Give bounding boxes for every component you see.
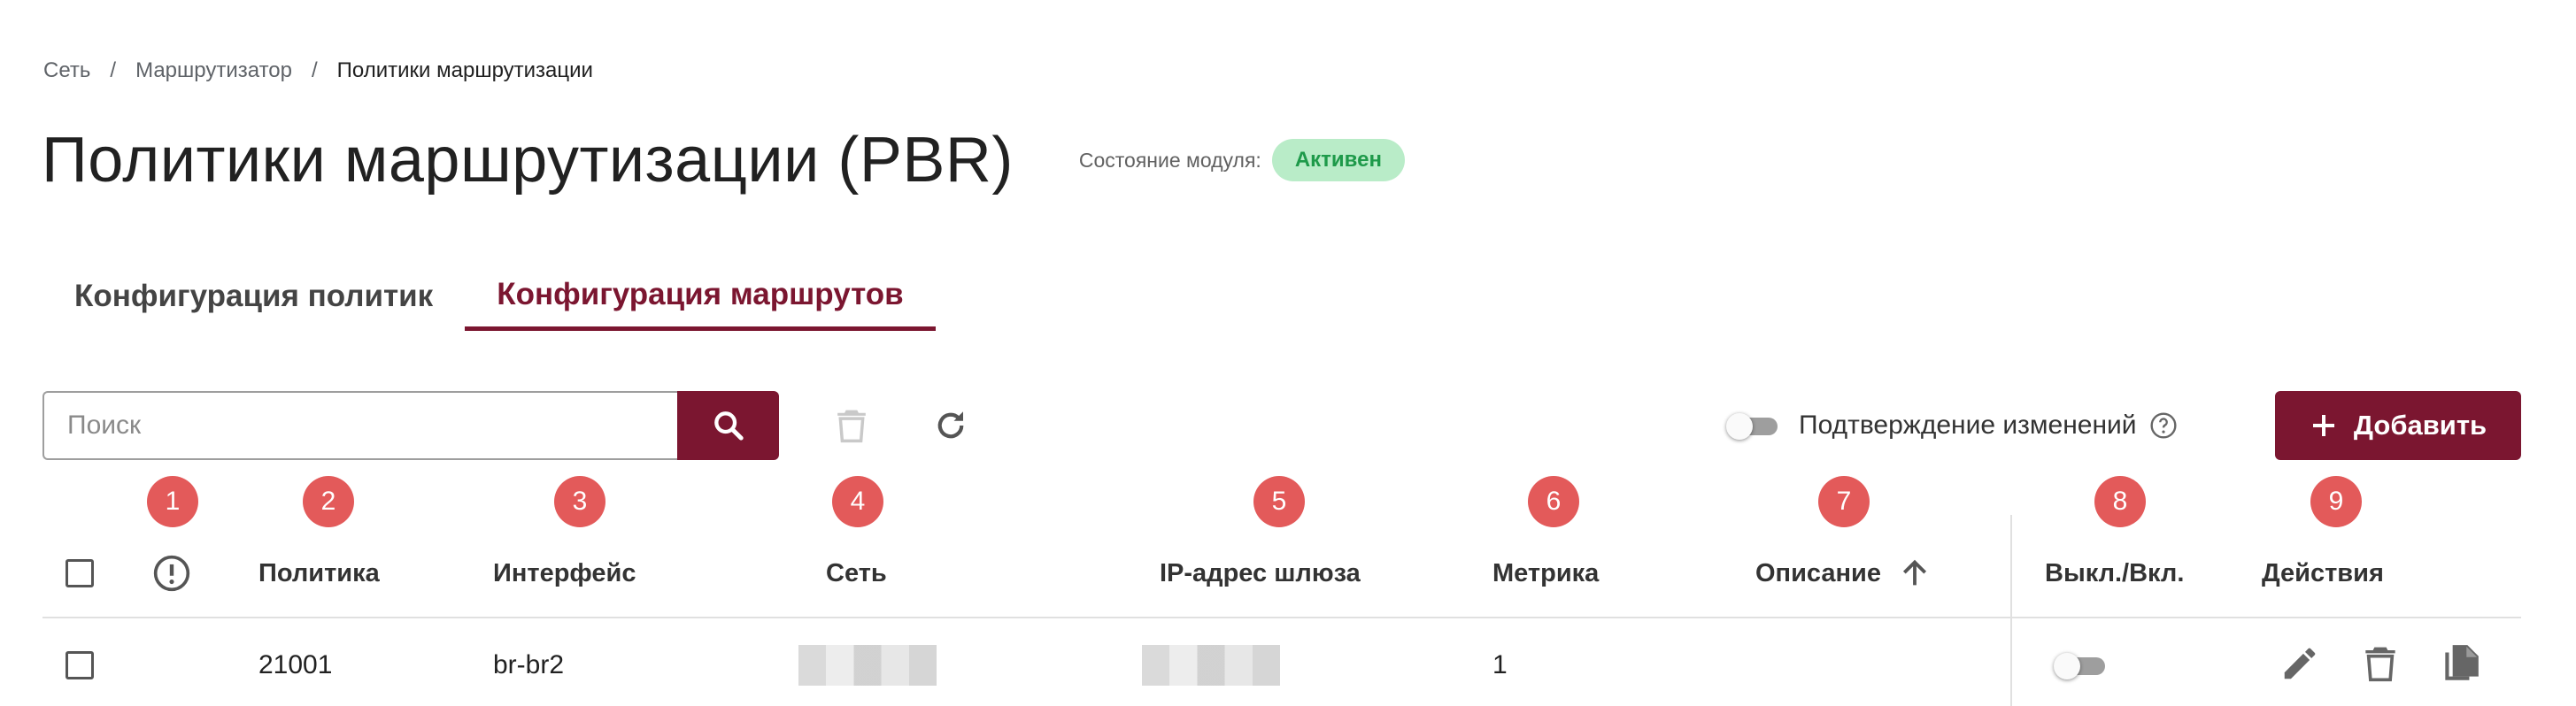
delete-selected-button[interactable] <box>829 403 875 449</box>
search-box <box>42 391 779 460</box>
breadcrumb-network[interactable]: Сеть <box>43 58 90 83</box>
breadcrumb-router[interactable]: Маршрутизатор <box>135 58 292 83</box>
refresh-icon <box>937 411 964 439</box>
tabs: Конфигурация политик Конфигурация маршру… <box>42 262 936 331</box>
table-row: 21001 br-br2 1 <box>0 639 2576 692</box>
copy-icon <box>2445 644 2479 680</box>
refresh-button[interactable] <box>928 403 974 449</box>
edit-button[interactable] <box>2278 642 2322 687</box>
column-header-policy[interactable]: Политика <box>258 547 380 600</box>
marker-7: 7 <box>1818 476 1870 527</box>
add-button-label: Добавить <box>2353 410 2487 441</box>
confirm-changes-toggle[interactable] <box>1726 410 1778 441</box>
cell-interface: br-br2 <box>493 650 565 679</box>
plus-icon <box>2312 415 2334 436</box>
status-badge: Активен <box>1271 139 1405 181</box>
confirm-changes: Подтверждение изменений <box>1726 391 2178 460</box>
confirm-changes-label: Подтверждение изменений <box>1799 411 2137 440</box>
toolbar: Подтверждение изменений Добавить <box>42 391 2521 462</box>
add-button[interactable]: Добавить <box>2275 391 2521 460</box>
column-header-actions: Действия <box>2262 558 2384 587</box>
tab-route-config[interactable]: Конфигурация маршрутов <box>465 262 936 331</box>
edit-icon <box>2284 648 2316 679</box>
copy-button[interactable] <box>2436 641 2484 688</box>
cell-gateway-redacted <box>1142 645 1280 686</box>
marker-4: 4 <box>832 476 883 527</box>
marker-2: 2 <box>303 476 354 527</box>
breadcrumb: Сеть / Маршрутизатор / Политики маршрути… <box>43 57 593 85</box>
row-checkbox[interactable] <box>66 651 94 679</box>
alert-icon <box>153 555 190 592</box>
status-column-header <box>152 547 191 600</box>
column-header-description[interactable]: Описание <box>1755 547 1932 600</box>
search-icon <box>713 411 744 441</box>
column-header-interface[interactable]: Интерфейс <box>493 547 636 600</box>
module-state: Состояние модуля: Активен <box>1079 139 1405 181</box>
delete-icon <box>837 410 866 443</box>
header-divider <box>42 617 2521 618</box>
delete-icon <box>2365 647 2395 681</box>
breadcrumb-current: Политики маршрутизации <box>336 58 593 82</box>
column-header-description-label: Описание <box>1755 558 1881 587</box>
marker-5: 5 <box>1253 476 1305 527</box>
marker-8: 8 <box>2094 476 2146 527</box>
marker-6: 6 <box>1528 476 1579 527</box>
column-header-toggle: Выкл./Вкл. <box>2045 558 2185 587</box>
tab-policy-config[interactable]: Конфигурация политик <box>42 262 465 331</box>
cell-network-redacted <box>798 645 937 686</box>
marker-1: 1 <box>147 476 198 527</box>
cell-policy: 21001 <box>258 650 333 679</box>
column-header-gateway[interactable]: IP-адрес шлюза <box>1160 547 1361 600</box>
select-all-checkbox[interactable] <box>66 559 94 587</box>
cell-metric: 1 <box>1492 650 1508 679</box>
row-enable-toggle[interactable] <box>2054 649 2105 681</box>
breadcrumb-separator: / <box>312 58 318 82</box>
marker-3: 3 <box>554 476 605 527</box>
search-input[interactable] <box>42 391 677 460</box>
marker-9: 9 <box>2310 476 2362 527</box>
table-header: Политика Интерфейс Сеть IP-адрес шлюза М… <box>0 547 2576 600</box>
title-row: Политики маршрутизации (PBR) Состояние м… <box>42 120 1405 200</box>
search-button[interactable] <box>677 391 779 460</box>
column-header-metric[interactable]: Метрика <box>1492 547 1599 600</box>
column-header-network[interactable]: Сеть <box>826 547 887 600</box>
breadcrumb-separator: / <box>110 58 117 82</box>
column-markers: 1 2 3 4 5 6 7 8 9 <box>0 476 2576 529</box>
page-title: Политики маршрутизации (PBR) <box>42 125 1014 196</box>
sort-ascending-icon[interactable] <box>1897 556 1932 591</box>
help-icon[interactable] <box>2149 411 2178 440</box>
module-state-label: Состояние модуля: <box>1078 148 1261 172</box>
delete-row-button[interactable] <box>2358 642 2402 687</box>
